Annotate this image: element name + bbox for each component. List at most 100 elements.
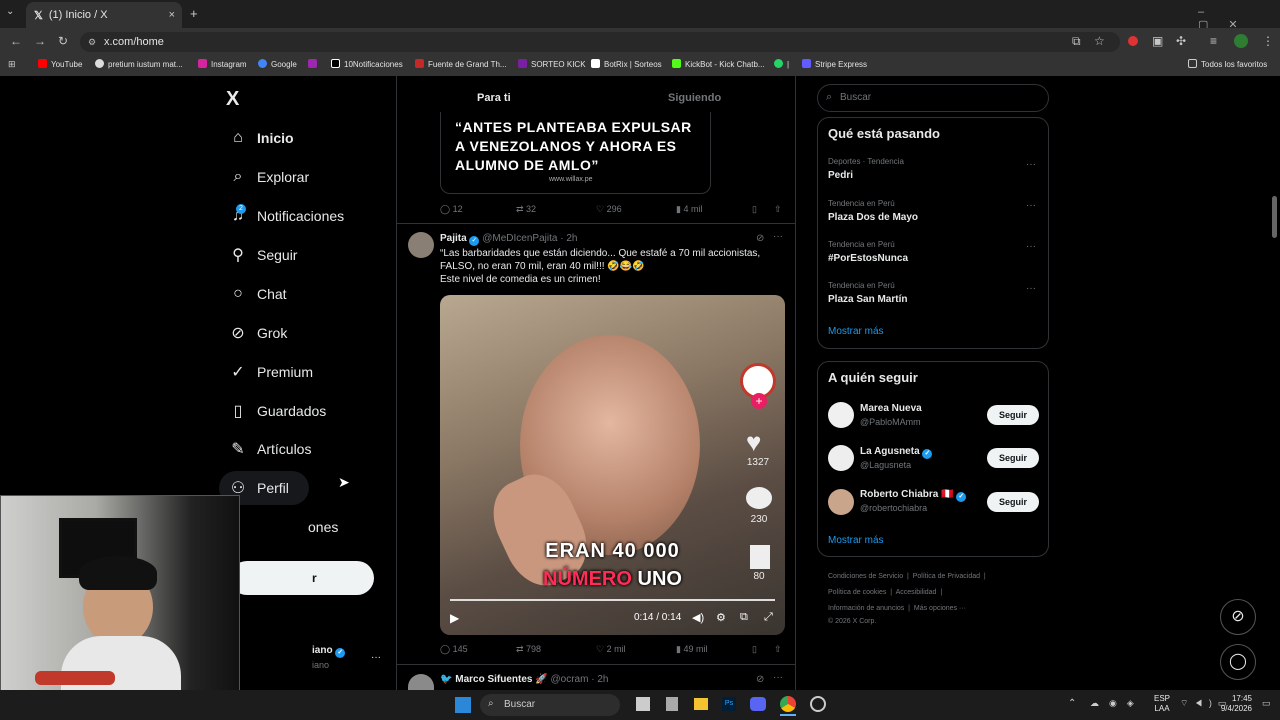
nav-home[interactable]: ⌂ Inicio <box>227 126 293 150</box>
profile-avatar[interactable] <box>1234 34 1248 48</box>
tray-overflow-icon[interactable]: ⌃ <box>1068 698 1076 709</box>
bookmark-botrix[interactable]: BotRix | Sorteos <box>591 59 662 69</box>
trend-more-icon[interactable]: ··· <box>1026 283 1036 294</box>
views-button[interactable]: ▮ 49 mil <box>676 644 707 655</box>
share-icon[interactable]: ⇧ <box>774 204 782 215</box>
bookmark-10notificaciones[interactable]: 10Notificaciones <box>331 59 403 69</box>
taskbar-search[interactable]: Buscar <box>480 694 620 716</box>
all-bookmarks[interactable]: Todos los favoritos <box>1188 59 1267 69</box>
chrome-icon[interactable] <box>780 696 796 712</box>
post2-avatar[interactable] <box>408 232 434 258</box>
address-bar[interactable]: x.com/home <box>80 32 1120 52</box>
footer-link[interactable]: Política de cookies <box>828 589 886 596</box>
footer-link[interactable]: Más opciones ··· <box>914 605 966 612</box>
fullscreen-icon[interactable]: ⤢ <box>764 611 773 624</box>
share-icon[interactable]: ⇧ <box>774 644 782 655</box>
tab-search-icon[interactable]: ≡ <box>1210 34 1217 48</box>
language-indicator[interactable]: ESP LAA <box>1154 694 1170 714</box>
extension-icon[interactable] <box>1128 36 1138 46</box>
extension2-icon[interactable]: ▣ <box>1152 34 1163 48</box>
trend-item[interactable]: #PorEstosNunca <box>828 253 908 264</box>
nav-explore[interactable]: ⌕ Explorar <box>227 165 310 189</box>
trend-item[interactable]: Pedri <box>828 170 853 181</box>
nav-bookmarks[interactable]: ▯ Guardados <box>227 399 327 423</box>
follow-avatar[interactable] <box>828 489 854 515</box>
bookmark-whatsapp[interactable]: | <box>774 59 789 69</box>
nav-follow[interactable]: ⚲ Seguir <box>227 243 297 267</box>
back-icon[interactable]: ← <box>10 34 22 48</box>
file-explorer-icon[interactable] <box>694 698 708 710</box>
follow-avatar[interactable] <box>828 402 854 428</box>
nav-more-label[interactable]: ones <box>308 519 338 535</box>
extensions-puzzle-icon[interactable]: ✣ <box>1176 34 1186 48</box>
bookmark-extra[interactable] <box>308 59 321 69</box>
follow-button[interactable]: Seguir <box>987 492 1039 512</box>
play-icon[interactable]: ▶ <box>450 611 459 625</box>
reply-button[interactable]: ◯ 145 <box>440 644 468 655</box>
nav-articles[interactable]: ✎ Artículos <box>227 437 311 461</box>
follow-name[interactable]: Marea Nueva <box>860 403 922 414</box>
trend-more-icon[interactable]: ··· <box>1026 159 1036 170</box>
like-button[interactable]: ♡ 296 <box>596 204 622 215</box>
follow-name[interactable]: La Agusneta ✓ <box>860 446 933 459</box>
taskbar-app-icon[interactable] <box>810 696 826 712</box>
nav-premium[interactable]: ✓ Premium <box>227 360 313 384</box>
post3-handle[interactable]: @ocram <box>551 674 589 685</box>
bookmark-google[interactable]: Google <box>258 59 297 69</box>
bookmark-post-icon[interactable]: ▯ <box>752 204 757 215</box>
windows-start-icon[interactable] <box>455 697 471 713</box>
bookmark-kickbot[interactable]: KickBot - Kick Chatb... <box>672 59 765 69</box>
post3-more-icon[interactable]: ··· <box>773 672 783 683</box>
pip-icon[interactable]: ⧉ <box>740 611 748 624</box>
tab-following[interactable]: Siguiendo <box>668 92 721 104</box>
tab-close-icon[interactable]: × <box>169 9 175 21</box>
quoted-image[interactable]: “ANTES PLANTEABA EXPULSAR A VENEZOLANOS … <box>440 112 711 194</box>
bookmark-pretium[interactable]: pretium iustum mat... <box>95 59 183 69</box>
bookmark-instagram[interactable]: Instagram <box>198 59 247 69</box>
x-logo-icon[interactable]: X <box>226 88 239 111</box>
discord-icon[interactable] <box>750 697 766 711</box>
trend-item[interactable]: Plaza Dos de Mayo <box>828 212 918 223</box>
bookmark-post-icon[interactable]: ▯ <box>752 644 757 655</box>
like-button[interactable]: ♡ 2 mil <box>596 644 626 655</box>
bookmark-sorteo-kick[interactable]: SORTEO KICK <box>518 59 586 69</box>
follow-show-more[interactable]: Mostrar más <box>828 535 884 546</box>
account-name[interactable]: iano ✓ <box>312 645 346 658</box>
post2-author[interactable]: Pajita <box>440 233 467 244</box>
bookmark-youtube[interactable]: YouTube <box>38 59 82 69</box>
trend-more-icon[interactable]: ··· <box>1026 241 1036 252</box>
trend-more-icon[interactable]: ··· <box>1026 200 1036 211</box>
follow-name[interactable]: Roberto Chiabra 🇵🇪 ✓ <box>860 489 967 502</box>
volume-icon[interactable]: ◀) <box>692 611 704 624</box>
tab-for-you[interactable]: Para ti <box>477 92 511 104</box>
reply-button[interactable]: ◯ 12 <box>440 204 463 215</box>
footer-link[interactable]: Información de anuncios <box>828 605 904 612</box>
post2-handle[interactable]: @MeDIcenPajita <box>482 233 557 244</box>
follow-button[interactable]: Seguir <box>987 405 1039 425</box>
bookmark-stripe[interactable]: Stripe Express <box>802 59 867 69</box>
apps-grid-icon[interactable]: ⊞ <box>8 59 16 70</box>
grok-post-icon[interactable]: ⊘ <box>756 233 764 244</box>
repost-button[interactable]: ⇄ 32 <box>516 204 536 215</box>
nav-chat[interactable]: ○ Chat <box>227 282 286 306</box>
grok-post-icon[interactable]: ⊘ <box>756 674 764 685</box>
photoshop-icon[interactable]: Ps <box>722 697 736 711</box>
follow-button[interactable]: Seguir <box>987 448 1039 468</box>
post3-author[interactable]: Marco Sifuentes 🚀 <box>455 674 547 685</box>
site-info-icon[interactable]: ⚙ <box>88 37 96 48</box>
task-view-icon[interactable] <box>636 697 650 711</box>
nav-grok[interactable]: ⊘ Grok <box>227 321 287 345</box>
follow-avatar[interactable] <box>828 445 854 471</box>
notification-center-icon[interactable]: ▭ <box>1262 698 1271 709</box>
grok-floating-button[interactable]: ⊘ <box>1220 599 1256 635</box>
forward-icon[interactable]: → <box>34 34 46 48</box>
taskbar-app-icon[interactable] <box>666 697 678 711</box>
post2-video[interactable]: + ♥ 1327 230 80 ERAN 40 000 NÚMERO UNO ▶… <box>440 295 785 635</box>
bookmark-fuente[interactable]: Fuente de Grand Th... <box>415 59 507 69</box>
footer-link[interactable]: Accesibilidad <box>896 589 937 596</box>
footer-link[interactable]: Condiciones de Servicio <box>828 573 903 580</box>
chat-floating-button[interactable]: ◯ <box>1220 644 1256 680</box>
trend-item[interactable]: Plaza San Martín <box>828 294 907 305</box>
video-progress-bar[interactable] <box>450 599 775 601</box>
reload-icon[interactable]: ↻ <box>58 34 68 48</box>
